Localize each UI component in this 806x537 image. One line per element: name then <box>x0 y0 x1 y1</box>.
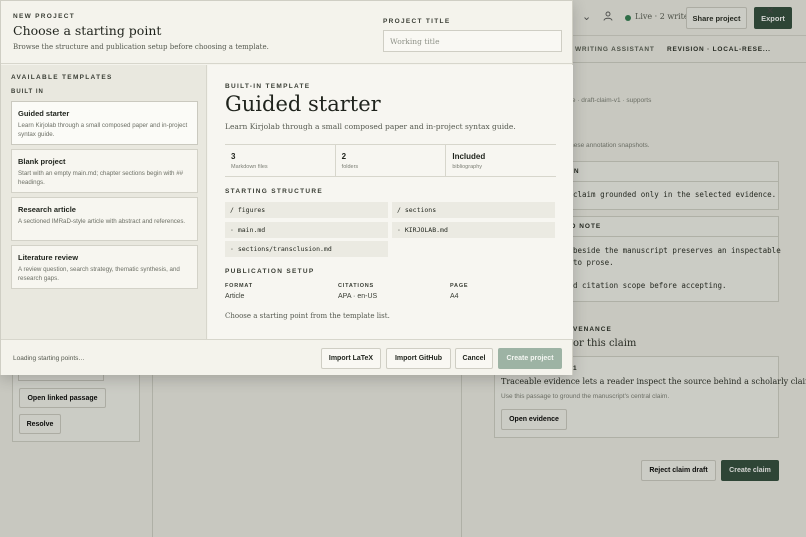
project-title-label: PROJECT TITLE <box>383 18 451 25</box>
template-name: Guided starter <box>18 109 70 118</box>
template-detail-panel: BUILT-IN TEMPLATE Guided starter Learn K… <box>208 65 573 339</box>
publication-setup-label: PUBLICATION SETUP <box>225 268 315 275</box>
project-title-input[interactable] <box>383 30 562 52</box>
stat-label: folders <box>341 164 359 170</box>
built-in-label: BUILT IN <box>11 89 44 95</box>
publication-page: PAGE A4 <box>450 283 468 300</box>
template-name: Literature review <box>18 253 79 262</box>
template-literature-review[interactable]: Literature review A review question, sea… <box>11 245 198 289</box>
stat-value: 2 <box>341 152 347 161</box>
publication-key: PAGE <box>450 283 469 289</box>
loading-status: Loading starting points… <box>13 355 85 362</box>
template-research-article[interactable]: Research article A sectioned IMRaD-style… <box>11 197 198 241</box>
template-stats: 3 Markdown files 2 folders Included bibl… <box>225 144 556 177</box>
create-project-button[interactable]: Create project <box>498 348 562 369</box>
structure-item: · KIRJOLAB.md <box>392 222 555 238</box>
stat-value: 3 <box>231 152 236 161</box>
new-project-dialog: NEW PROJECT Choose a starting point Brow… <box>0 0 573 375</box>
template-list-panel: AVAILABLE TEMPLATES BUILT IN Guided star… <box>1 65 207 339</box>
publication-value: Article <box>225 293 245 300</box>
detail-eyebrow: BUILT-IN TEMPLATE <box>225 83 311 90</box>
publication-value: A4 <box>450 293 459 300</box>
template-description: A review question, search strategy, them… <box>18 266 180 282</box>
detail-description: Learn Kirjolab through a small composed … <box>225 122 516 131</box>
dialog-title: Choose a starting point <box>13 23 162 38</box>
structure-item: · main.md <box>225 222 388 238</box>
stat-value: Included <box>452 152 486 161</box>
stat-label: bibliography <box>452 164 483 170</box>
dialog-header: NEW PROJECT Choose a starting point Brow… <box>1 1 572 64</box>
detail-hint: Choose a starting point from the templat… <box>225 312 390 320</box>
import-latex-button[interactable]: Import LaTeX <box>321 348 381 369</box>
stat-folders: 2 folders <box>336 145 447 176</box>
template-description: Start with an empty main.md; chapter sec… <box>18 170 184 186</box>
template-description: Learn Kirjolab through a small composed … <box>18 122 188 138</box>
detail-title: Guided starter <box>225 92 381 116</box>
structure-item: / sections <box>392 202 555 218</box>
stat-markdown-files: 3 Markdown files <box>225 145 336 176</box>
starting-structure-label: STARTING STRUCTURE <box>225 188 324 195</box>
available-templates-label: AVAILABLE TEMPLATES <box>11 74 113 81</box>
stat-bibliography: Included bibliography <box>446 145 556 176</box>
structure-item: / figures <box>225 202 388 218</box>
template-description: A sectioned IMRaD-style article with abs… <box>18 218 186 225</box>
template-name: Research article <box>18 205 76 214</box>
template-name: Blank project <box>18 157 66 166</box>
template-guided-starter[interactable]: Guided starter Learn Kirjolab through a … <box>11 101 198 145</box>
publication-format: FORMAT Article <box>225 283 253 300</box>
dialog-footer: Loading starting points… Import LaTeX Im… <box>1 339 572 375</box>
template-blank-project[interactable]: Blank project Start with an empty main.m… <box>11 149 198 193</box>
publication-citations: CITATIONS APA · en-US <box>338 283 377 300</box>
dialog-eyebrow: NEW PROJECT <box>13 13 75 20</box>
import-github-button[interactable]: Import GitHub <box>386 348 451 369</box>
publication-value: APA · en-US <box>338 293 378 300</box>
publication-key: FORMAT <box>225 283 253 289</box>
cancel-button[interactable]: Cancel <box>455 348 493 369</box>
publication-key: CITATIONS <box>338 283 375 289</box>
stat-label: Markdown files <box>231 164 268 170</box>
structure-item: · sections/transclusion.md <box>225 241 388 257</box>
dialog-subtitle: Browse the structure and publication set… <box>13 43 269 51</box>
